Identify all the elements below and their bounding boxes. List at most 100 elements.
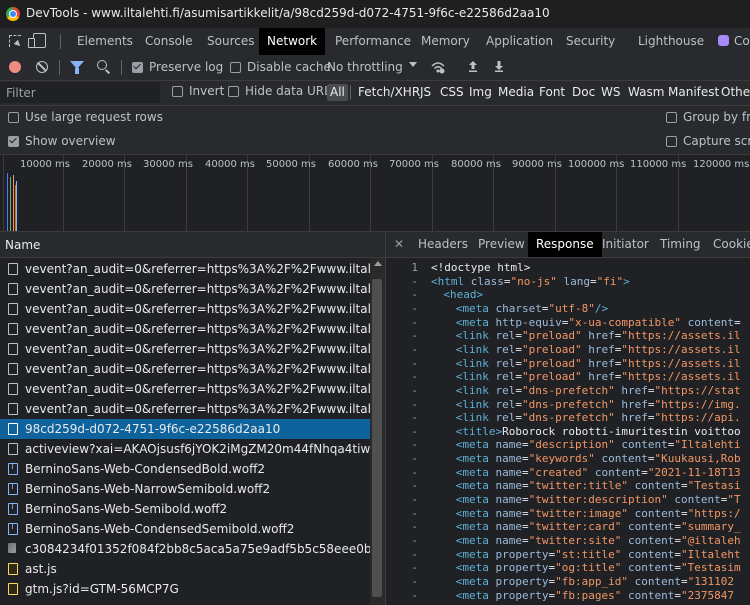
timeline-tick-label: 30000 ms xyxy=(143,159,193,170)
line-number: - xyxy=(411,329,418,343)
tab-overflow[interactable]: Co xyxy=(734,28,750,55)
response-source[interactable]: 1 <!doctype html> - <html class="no-js" lan… xyxy=(386,258,750,605)
file-icon xyxy=(8,343,18,355)
group-by-frame-checkbox[interactable] xyxy=(666,112,677,123)
request-name: 98cd259d-d072-4751-9f6c-e22586d2aa10 xyxy=(25,422,281,436)
device-toolbar-icon[interactable] xyxy=(28,33,46,48)
request-row[interactable]: vevent?an_audit=0&referrer=https%3A%2F%2… xyxy=(0,359,385,379)
request-row[interactable]: BerninoSans-Web-CondensedBold.woff2 xyxy=(0,459,370,479)
request-row[interactable]: vevent?an_audit=0&referrer=https%3A%2F%2… xyxy=(0,259,385,279)
request-row[interactable]: vevent?an_audit=0&referrer=https%3A%2F%2… xyxy=(0,399,385,419)
line-number: - xyxy=(411,547,418,561)
preserve-log-checkbox[interactable] xyxy=(132,62,143,73)
code-text: <meta name="twitter:site" content="@ilta… xyxy=(455,534,741,547)
capture-screenshots-checkbox[interactable] xyxy=(666,136,677,147)
line-number: - xyxy=(411,274,418,288)
large-rows-checkbox[interactable] xyxy=(8,112,19,123)
code-text: <head> xyxy=(443,288,484,302)
filter-type-fetch-xhr[interactable]: Fetch/XHR xyxy=(358,84,420,101)
request-row[interactable]: BerninoSans-Web-NarrowSemibold.woff2 xyxy=(0,479,370,499)
filter-type-img[interactable]: Img xyxy=(469,84,492,101)
tab-initiator[interactable]: Initiator xyxy=(602,232,649,257)
tab-response[interactable]: Response xyxy=(528,232,602,257)
line-number: - xyxy=(411,301,418,315)
filter-type-media[interactable]: Media xyxy=(498,84,534,101)
code-text: <link rel="dns-prefetch" href="https://a… xyxy=(455,411,741,425)
tab-memory[interactable]: Memory xyxy=(421,28,470,55)
request-name: activeview?xai=AKAOjsusf6jYOK2iMgZM20m44… xyxy=(25,442,385,456)
filter-type-other[interactable]: Other xyxy=(721,84,750,101)
line-number: 1 xyxy=(411,261,418,274)
code-text: <link rel="dns-prefetch" href="https://i… xyxy=(455,397,741,411)
tab-elements[interactable]: Elements xyxy=(77,28,133,55)
name-column-header[interactable]: Name xyxy=(0,232,385,258)
request-name: vevent?an_audit=0&referrer=https%3A%2F%2… xyxy=(25,262,385,276)
tab-security[interactable]: Security xyxy=(566,28,615,55)
request-row[interactable]: ast.js xyxy=(0,559,370,579)
tab-lighthouse[interactable]: Lighthouse xyxy=(638,28,704,55)
filter-type-js[interactable]: JS xyxy=(420,84,431,101)
tab-sources[interactable]: Sources xyxy=(207,28,254,55)
request-name: vevent?an_audit=0&referrer=https%3A%2F%2… xyxy=(25,322,385,336)
timeline-tick-label: 60000 ms xyxy=(328,159,378,170)
scroll-up-icon[interactable] xyxy=(374,261,382,266)
inspect-element-icon[interactable] xyxy=(9,35,21,47)
import-har-icon[interactable] xyxy=(468,60,478,72)
network-overview[interactable]: 10000 ms 20000 ms 30000 ms 40000 ms 5000… xyxy=(0,155,750,232)
filter-type-css[interactable]: CSS xyxy=(440,84,464,101)
tab-timing[interactable]: Timing xyxy=(660,232,701,257)
show-overview-label: Show overview xyxy=(25,134,116,148)
divider xyxy=(350,85,351,100)
tab-headers[interactable]: Headers xyxy=(418,232,468,257)
tab-cookies[interactable]: Cookie xyxy=(713,232,750,257)
tab-network[interactable]: Network xyxy=(259,28,326,55)
record-icon[interactable] xyxy=(9,61,21,73)
line-number: - xyxy=(411,561,418,575)
filter-input[interactable] xyxy=(0,82,160,103)
filter-type-manifest[interactable]: Manifest xyxy=(668,84,719,101)
code-text: <meta property="fb:app_id" content="1311… xyxy=(455,574,734,588)
throttling-select[interactable]: No throttling xyxy=(327,60,403,74)
filter-type-ws[interactable]: WS xyxy=(601,84,620,101)
export-har-icon[interactable] xyxy=(494,60,504,72)
waterfall-bar xyxy=(7,173,8,231)
tab-performance[interactable]: Performance xyxy=(335,28,411,55)
filter-type-font[interactable]: Font xyxy=(539,84,565,101)
filter-icon[interactable] xyxy=(70,61,84,74)
request-name: BerninoSans-Web-CondensedBold.woff2 xyxy=(25,462,265,476)
request-row[interactable]: BerninoSans-Web-CondensedSemibold.woff2 xyxy=(0,519,370,539)
filter-type-doc[interactable]: Doc xyxy=(572,84,595,101)
request-row[interactable]: vevent?an_audit=0&referrer=https%3A%2F%2… xyxy=(0,299,385,319)
chevron-down-icon[interactable] xyxy=(409,62,417,67)
tab-console[interactable]: Console xyxy=(145,28,193,55)
line-number: - xyxy=(411,370,418,384)
search-icon[interactable] xyxy=(97,60,107,70)
tab-application[interactable]: Application xyxy=(486,28,553,55)
request-row[interactable]: vevent?an_audit=0&referrer=https%3A%2F%2… xyxy=(0,319,385,339)
request-name: BerninoSans-Web-CondensedSemibold.woff2 xyxy=(25,522,295,536)
line-number: - xyxy=(411,411,418,425)
request-row[interactable]: vevent?an_audit=0&referrer=https%3A%2F%2… xyxy=(0,279,385,299)
clear-icon[interactable] xyxy=(36,61,48,73)
request-row[interactable]: BerninoSans-Web-Semibold.woff2 xyxy=(0,499,370,519)
request-row[interactable]: vevent?an_audit=0&referrer=https%3A%2F%2… xyxy=(0,339,385,359)
network-conditions-icon[interactable] xyxy=(431,60,445,74)
close-icon[interactable]: ✕ xyxy=(394,237,404,251)
hide-data-urls-checkbox[interactable] xyxy=(228,86,239,97)
show-overview-checkbox[interactable] xyxy=(8,136,19,147)
request-row[interactable]: activeview?xai=AKAOjsusf6jYOK2iMgZM20m44… xyxy=(0,439,385,459)
scrollbar-thumb[interactable] xyxy=(372,279,382,597)
timeline-tick-label: 50000 ms xyxy=(266,159,316,170)
code-text: <link rel="preload" href="https://assets… xyxy=(455,329,741,343)
request-row[interactable]: gtm.js?id=GTM-56MCP7G xyxy=(0,579,370,599)
disable-cache-checkbox[interactable] xyxy=(230,62,241,73)
filter-type-all[interactable]: All xyxy=(327,84,348,101)
request-row-selected[interactable]: 98cd259d-d072-4751-9f6c-e22586d2aa10 xyxy=(0,419,370,439)
invert-checkbox[interactable] xyxy=(172,86,183,97)
request-row[interactable]: vevent?an_audit=0&referrer=https%3A%2F%2… xyxy=(0,379,385,399)
request-row[interactable]: c3084234f01352f084f2bb8c5aca5a75e9adf5b5… xyxy=(0,539,385,559)
tab-preview[interactable]: Preview xyxy=(478,232,525,257)
disable-cache-label: Disable cache xyxy=(247,60,331,74)
code-text: <meta name="keywords" content="Kuukausi,… xyxy=(455,452,741,466)
filter-type-wasm[interactable]: Wasm xyxy=(628,84,664,101)
